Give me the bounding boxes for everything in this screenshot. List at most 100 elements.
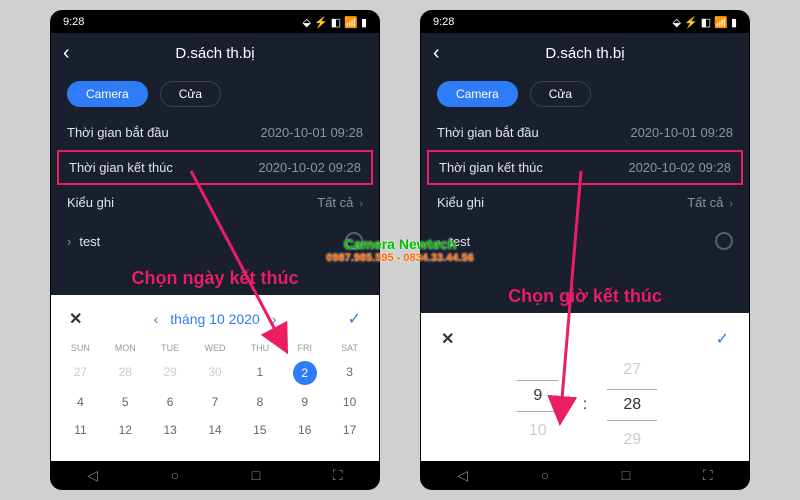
- calendar-day-selected[interactable]: 2: [293, 361, 317, 385]
- nav-accessibility-icon[interactable]: ⛶: [333, 467, 343, 484]
- calendar-day[interactable]: 16: [283, 417, 326, 443]
- android-nav-bar: ◁ ○ □ ⛶: [51, 461, 379, 489]
- record-type-label: Kiểu ghi: [67, 195, 114, 210]
- status-time: 9:28: [433, 16, 454, 28]
- record-type-row[interactable]: Kiểu ghi Tất cả ›: [51, 185, 379, 220]
- device-name: test: [79, 234, 100, 249]
- expand-icon: ›: [437, 234, 441, 249]
- calendar-day[interactable]: 1: [238, 359, 281, 387]
- status-bar: 9:28 ⬙ ⚡ ◧ 📶 ▮: [421, 11, 749, 33]
- start-time-row[interactable]: Thời gian bắt đầu 2020-10-01 09:28: [51, 115, 379, 150]
- calendar-day[interactable]: 12: [104, 417, 147, 443]
- radio-unselected-icon[interactable]: [715, 232, 733, 250]
- annotation-choose-end-time: Chọn giờ kết thúc: [421, 280, 749, 313]
- calendar-header: ✕ ‹ tháng 10 2020 › ✓: [59, 305, 371, 339]
- calendar-day[interactable]: 3: [328, 359, 371, 387]
- filter-tabs: Camera Cửa: [51, 73, 379, 115]
- time-picker-close-button[interactable]: ✕: [441, 329, 454, 349]
- calendar-day[interactable]: 6: [149, 389, 192, 415]
- record-type-row[interactable]: Kiểu ghi Tất cả ›: [421, 185, 749, 220]
- end-time-row[interactable]: Thời gian kết thúc 2020-10-02 09:28: [57, 150, 373, 185]
- time-picker-wheels: 9 10 : 27 28 29: [433, 361, 737, 449]
- status-time: 9:28: [63, 16, 84, 28]
- calendar-day[interactable]: 15: [238, 417, 281, 443]
- end-time-label: Thời gian kết thúc: [439, 160, 543, 175]
- nav-recent-icon[interactable]: □: [622, 467, 630, 483]
- calendar-day-other[interactable]: 27: [59, 359, 102, 387]
- weekday-header: MON: [104, 339, 147, 357]
- calendar-day-other[interactable]: 30: [194, 359, 237, 387]
- calendar-day[interactable]: 14: [194, 417, 237, 443]
- end-time-row[interactable]: Thời gian kết thúc 2020-10-02 09:28: [427, 150, 743, 185]
- device-test-row[interactable]: ›test: [421, 220, 749, 262]
- record-type-label: Kiểu ghi: [437, 195, 484, 210]
- hour-next: 10: [529, 422, 547, 440]
- time-separator: :: [583, 396, 587, 414]
- filter-tabs: Camera Cửa: [421, 73, 749, 115]
- radio-unselected-icon[interactable]: [345, 232, 363, 250]
- minute-prev: 27: [623, 361, 641, 379]
- calendar-next-month-button[interactable]: ›: [272, 311, 277, 327]
- calendar-confirm-button[interactable]: ✓: [348, 309, 361, 329]
- calendar-month-label: tháng 10 2020: [170, 311, 260, 327]
- minute-next: 29: [623, 431, 641, 449]
- nav-home-icon[interactable]: ○: [541, 467, 549, 483]
- calendar-grid: SUN MON TUE WED THU FRI SAT 27 28 29 30 …: [59, 339, 371, 443]
- chevron-right-icon: ›: [359, 198, 363, 210]
- header-title: D.sách th.bị: [175, 45, 254, 62]
- android-nav-bar: ◁ ○ □ ⛶: [421, 461, 749, 489]
- status-bar: 9:28 ⬙ ⚡ ◧ 📶 ▮: [51, 11, 379, 33]
- chevron-right-icon: ›: [729, 198, 733, 210]
- nav-recent-icon[interactable]: □: [252, 467, 260, 483]
- end-time-value: 2020-10-02 09:28: [628, 160, 731, 175]
- nav-accessibility-icon[interactable]: ⛶: [703, 467, 713, 484]
- tab-cua[interactable]: Cửa: [530, 81, 591, 107]
- time-picker-header: ✕ ✓: [433, 325, 737, 361]
- calendar-day[interactable]: 11: [59, 417, 102, 443]
- time-picker-confirm-button[interactable]: ✓: [716, 329, 729, 349]
- status-icons: ⬙ ⚡ ◧ 📶 ▮: [672, 16, 737, 29]
- hour-wheel[interactable]: 9 10: [513, 370, 563, 440]
- calendar-day-other[interactable]: 28: [104, 359, 147, 387]
- calendar-day[interactable]: 17: [328, 417, 371, 443]
- status-icons: ⬙ ⚡ ◧ 📶 ▮: [302, 16, 367, 29]
- weekday-header: SAT: [328, 339, 371, 357]
- start-time-row[interactable]: Thời gian bắt đầu 2020-10-01 09:28: [421, 115, 749, 150]
- nav-home-icon[interactable]: ○: [171, 467, 179, 483]
- weekday-header: WED: [194, 339, 237, 357]
- back-button[interactable]: ‹: [433, 42, 440, 65]
- nav-back-icon[interactable]: ◁: [457, 467, 468, 484]
- nav-back-icon[interactable]: ◁: [87, 467, 98, 484]
- app-header: ‹ D.sách th.bị: [51, 33, 379, 73]
- device-test-row[interactable]: ›test: [51, 220, 379, 262]
- record-type-value: Tất cả: [317, 195, 353, 210]
- calendar-close-button[interactable]: ✕: [69, 309, 82, 329]
- back-button[interactable]: ‹: [63, 42, 70, 65]
- calendar-day-other[interactable]: 29: [149, 359, 192, 387]
- tab-camera[interactable]: Camera: [67, 81, 148, 107]
- start-time-value: 2020-10-01 09:28: [630, 125, 733, 140]
- record-type-value: Tất cả: [687, 195, 723, 210]
- calendar-date-picker: ✕ ‹ tháng 10 2020 › ✓ SUN MON TUE WED TH…: [51, 295, 379, 461]
- weekday-header: TUE: [149, 339, 192, 357]
- tab-cua[interactable]: Cửa: [160, 81, 221, 107]
- calendar-day[interactable]: 5: [104, 389, 147, 415]
- calendar-day[interactable]: 10: [328, 389, 371, 415]
- header-title: D.sách th.bị: [545, 45, 624, 62]
- hour-current: 9: [517, 380, 558, 412]
- calendar-day[interactable]: 4: [59, 389, 102, 415]
- calendar-day[interactable]: 7: [194, 389, 237, 415]
- end-time-value: 2020-10-02 09:28: [258, 160, 361, 175]
- calendar-day[interactable]: 13: [149, 417, 192, 443]
- calendar-day[interactable]: 9: [283, 389, 326, 415]
- weekday-header: FRI: [283, 339, 326, 357]
- tab-camera[interactable]: Camera: [437, 81, 518, 107]
- minute-current: 28: [607, 389, 657, 421]
- annotation-choose-end-date: Chọn ngày kết thúc: [51, 262, 379, 295]
- calendar-prev-month-button[interactable]: ‹: [154, 311, 159, 327]
- phone-left-date-picker: 9:28 ⬙ ⚡ ◧ 📶 ▮ ‹ D.sách th.bị Camera Cửa…: [50, 10, 380, 490]
- end-time-label: Thời gian kết thúc: [69, 160, 173, 175]
- content-spacer: Chọn giờ kết thúc: [421, 262, 749, 313]
- minute-wheel[interactable]: 27 28 29: [607, 361, 657, 449]
- calendar-day[interactable]: 8: [238, 389, 281, 415]
